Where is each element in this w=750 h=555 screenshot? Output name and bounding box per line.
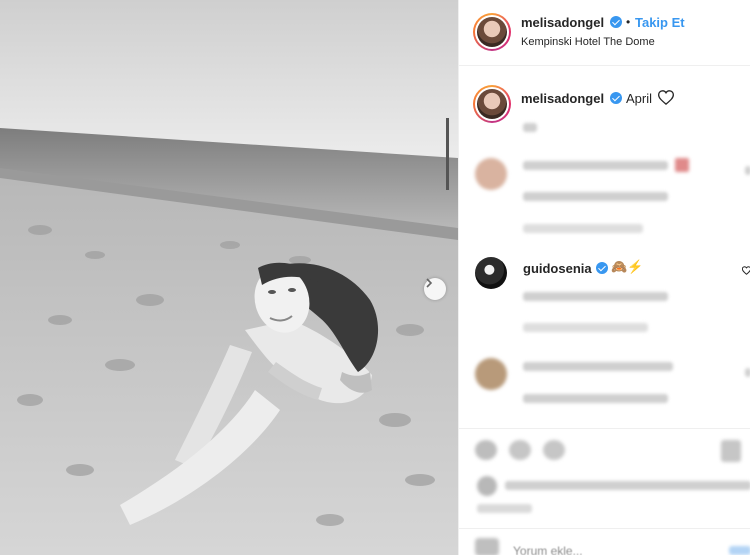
caption-like-heart-icon[interactable] [658,90,674,105]
share-button-blurred[interactable] [543,440,565,460]
comment-text-blurred [523,394,668,403]
comment-text-blurred [523,292,668,301]
post-header: melisadongel • Takip Et Kempinski Hotel … [459,0,750,66]
caption-username[interactable]: melisadongel [521,91,604,106]
chevron-right-icon [426,278,433,288]
comment-username-blurred [523,161,668,170]
likes-text-blurred [505,481,750,490]
caption-date: April [626,91,653,106]
author-username[interactable]: melisadongel [521,15,604,30]
beach-photo-image [0,0,458,555]
caption-text-blurred [523,123,537,132]
comment-emoji: 🙈⚡ [611,259,644,274]
post-comment-button-blurred[interactable] [729,546,750,555]
commenter-username[interactable]: guidosenia [523,261,592,276]
comment-meta-blurred [523,323,648,332]
comment-meta-blurred [523,224,643,233]
comment-emoji-blurred [675,158,689,172]
emoji-picker-icon[interactable] [475,538,499,555]
post-age-blurred [477,504,532,513]
follow-button[interactable]: Takip Et [635,15,685,30]
save-button-blurred[interactable] [721,440,741,462]
next-photo-button[interactable] [424,278,446,300]
verified-badge-icon [610,92,622,104]
commenter-avatar[interactable] [475,257,507,289]
comment-like-blurred [745,368,750,377]
liker-avatar-blurred [477,476,497,496]
verified-badge-icon [596,262,608,274]
caption-author-avatar[interactable] [473,85,511,123]
post-sidebar: melisadongel • Takip Et Kempinski Hotel … [458,0,750,555]
actions-divider [459,428,750,429]
like-button-blurred[interactable] [475,440,497,460]
follow-separator: • [626,15,631,29]
comment-like-blurred [745,166,750,175]
input-divider [459,528,750,529]
comment-username-blurred [523,362,673,371]
comment-avatar-blurred [475,358,507,390]
post-photo [0,0,458,555]
comment-avatar-blurred [475,158,507,190]
verified-badge-icon [610,16,622,28]
post-location[interactable]: Kempinski Hotel The Dome [521,36,655,48]
comment-text-blurred [523,192,668,201]
comment-input[interactable]: Yorum ekle... [513,544,583,555]
author-avatar[interactable] [473,13,511,51]
comment-like-heart-icon[interactable] [742,266,750,275]
comment-button-blurred[interactable] [509,440,531,460]
